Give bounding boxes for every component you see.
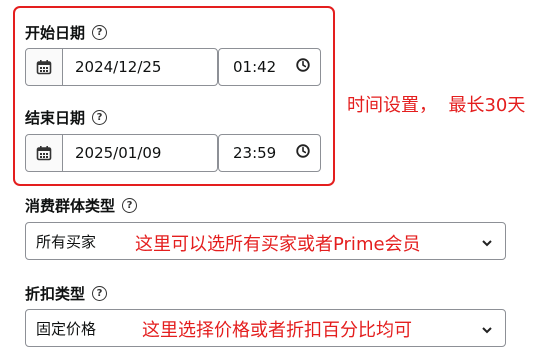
start-time-input[interactable]: 01:42 [218,48,321,86]
help-circle-icon[interactable]: ? [122,198,138,213]
end-date-input[interactable]: 2025/01/09 [25,134,218,172]
end-date-label-text: 结束日期 [25,109,86,127]
consumer-group-selected: 所有买家 [36,232,97,251]
end-date-label: 结束日期 ? [25,107,108,128]
start-date-label-text: 开始日期 [25,24,86,42]
clock-icon [296,58,310,76]
start-date-label: 开始日期 ? [25,22,108,43]
discount-type-label-text: 折扣类型 [25,285,86,303]
discount-type-note: 这里选择价格或者折扣百分比均可 [142,320,412,341]
help-circle-icon[interactable]: ? [92,25,108,40]
calendar-icon[interactable] [26,135,63,171]
help-circle-icon[interactable]: ? [92,110,108,125]
end-date-value[interactable]: 2025/01/09 [63,135,217,171]
consumer-group-label: 消费群体类型 ? [25,195,138,216]
start-time-value[interactable]: 01:42 [233,58,276,76]
calendar-icon[interactable] [26,49,63,85]
end-time-value[interactable]: 23:59 [233,144,276,162]
time-setting-note: 时间设置， 最长30天 [347,95,526,116]
chevron-down-icon[interactable] [481,235,493,253]
clock-icon [296,144,310,162]
discount-type-selected: 固定价格 [36,319,97,338]
start-date-value[interactable]: 2024/12/25 [63,49,217,85]
discount-type-label: 折扣类型 ? [25,283,108,304]
consumer-group-label-text: 消费群体类型 [25,197,116,215]
chevron-down-icon[interactable] [481,322,493,340]
end-time-input[interactable]: 23:59 [218,134,321,172]
consumer-group-note: 这里可以选所有买家或者Prime会员 [135,234,421,255]
help-circle-icon[interactable]: ? [92,286,108,301]
start-date-input[interactable]: 2024/12/25 [25,48,218,86]
